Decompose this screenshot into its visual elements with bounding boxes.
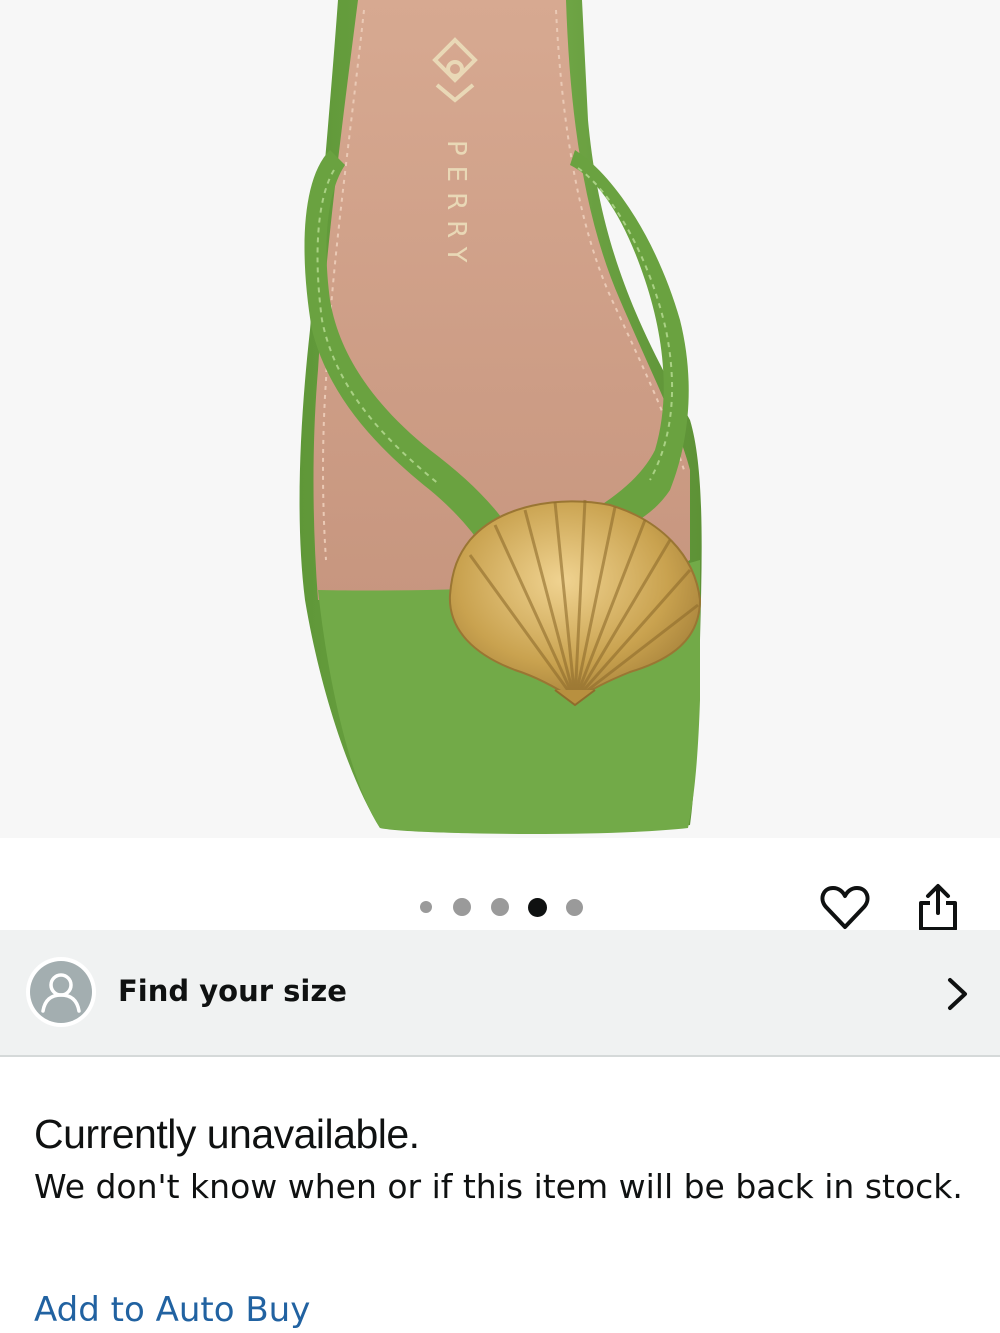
availability-message: We don't know when or if this item will … — [34, 1167, 963, 1206]
carousel-dot[interactable] — [453, 898, 471, 916]
wishlist-button[interactable] — [815, 878, 875, 938]
sandal-illustration: PERRY — [299, 0, 702, 834]
carousel-dot-active[interactable] — [528, 898, 547, 917]
availability-section: Currently unavailable. We don't know whe… — [34, 1108, 964, 1210]
availability-title: Currently unavailable. — [34, 1111, 420, 1157]
avatar — [26, 957, 96, 1027]
find-your-size-label: Find your size — [118, 974, 347, 1008]
share-icon — [919, 884, 957, 931]
carousel-dot[interactable] — [566, 899, 583, 916]
product-image[interactable]: PERRY — [0, 0, 1000, 838]
find-your-size-row[interactable]: Find your size — [0, 930, 1000, 1057]
carousel-dot[interactable] — [420, 901, 432, 913]
image-actions-row — [0, 838, 1000, 931]
chevron-right-icon — [948, 978, 967, 1010]
share-button[interactable] — [908, 878, 968, 938]
add-to-auto-buy-link[interactable]: Add to Auto Buy — [34, 1290, 310, 1330]
user-icon — [30, 961, 92, 1023]
brand-text: PERRY — [441, 140, 471, 272]
carousel-dot[interactable] — [491, 898, 509, 916]
heart-icon — [820, 886, 870, 929]
